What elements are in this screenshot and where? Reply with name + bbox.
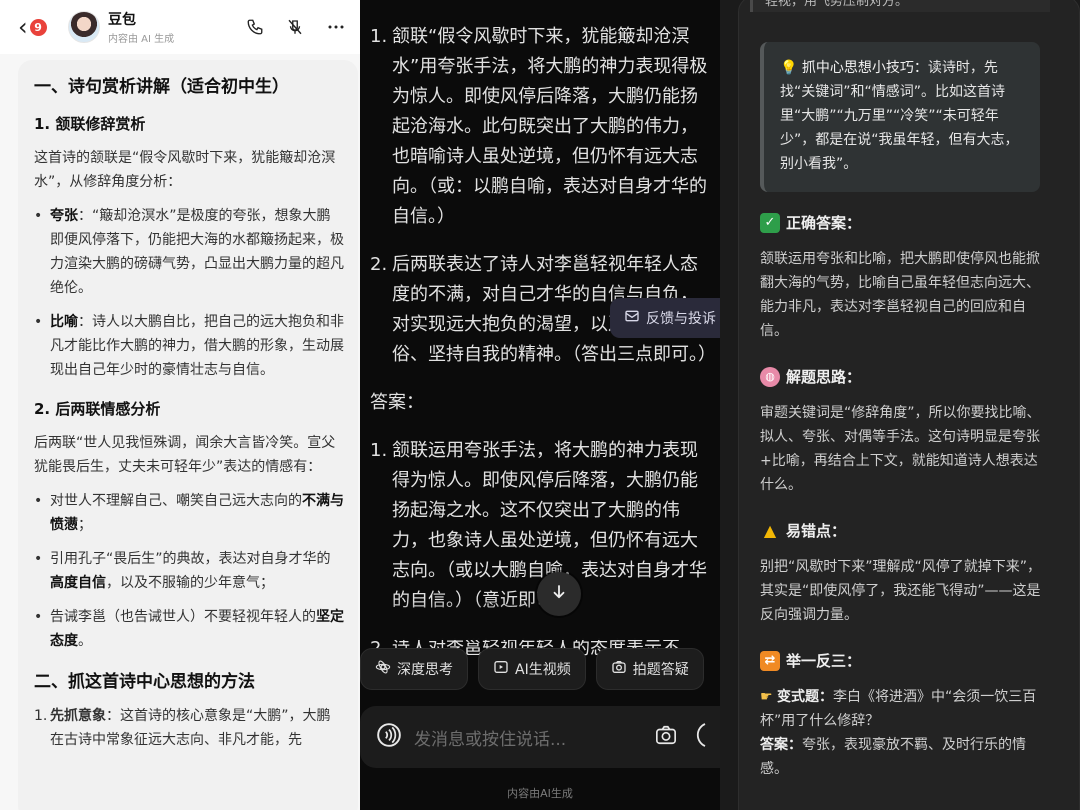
chip-deep-think[interactable]: 深度思考 <box>360 648 468 690</box>
section-solution: ◍ 解题思路： 审题关键词是“修辞角度”，所以你要找比喻、拟人、夸张、对偶等手法… <box>760 366 1042 497</box>
voice-icon[interactable] <box>376 722 402 752</box>
variant-answer: 答案：夸张，表现豪放不羁、及时行乐的情感。 <box>760 737 1026 777</box>
subheading-rhetoric: 1. 颔联修辞赏析 <box>34 115 146 133</box>
ai-disclaimer: 内容由AI生成 <box>507 787 573 800</box>
chat-panel-dark: 1. 颔联“假令风歇时下来，犹能簸却沧溟水”用夸张手法，将大鹏的神力表现得极为惊… <box>360 0 720 810</box>
answer-label: 答案： <box>370 392 424 413</box>
bot-avatar[interactable] <box>68 11 100 43</box>
chip-photo-answer[interactable]: 拍题答疑 <box>595 648 704 690</box>
subheading-emotion: 2. 后两联情感分析 <box>34 400 161 418</box>
paragraph-intro-2: 后两联“世人见我恒殊调，闻余大言皆冷笑。宣父犹能畏后生，丈夫未可轻年少”表达的情… <box>34 435 336 475</box>
unread-badge: 9 <box>29 18 47 36</box>
list-item: • 告诫李邕（也告诫世人）不要轻视年轻人的坚定态度。 <box>34 609 344 649</box>
pointing-hand-icon: ☛ <box>760 689 773 705</box>
repeat-icon: ⇄ <box>760 650 780 671</box>
list-item: 1. 颔联“假令风歇时下来，犹能簸却沧溟水”用夸张手法，将大鹏的神力表现得极为惊… <box>370 26 708 227</box>
warning-icon: ▲ <box>763 521 777 540</box>
correct-heading: 正确答案： <box>786 214 862 232</box>
variant-question: ☛ 变式题：李白《将进酒》中“会须一饮三百杯”用了什么修辞？ <box>760 689 1037 729</box>
section-title-2: 二、抓这首诗中心思想的方法 <box>34 672 255 692</box>
feedback-icon <box>624 308 640 328</box>
camera-icon[interactable] <box>654 724 678 750</box>
section-pitfall: ▲ 易错点： 别把“风歇时下来”理解成“风停了就掉下来”，其实是“即使风停了，我… <box>760 520 1042 627</box>
chat-header: ‹ 9 豆包 内容由 AI 生成 <box>0 0 360 54</box>
extend-heading: 举一反三： <box>786 652 862 670</box>
list-item: • 比喻：诗人以大鹏自比，把自己的远大抱负和非凡才能比作大鹏的神力，借大鹏的形象… <box>34 314 344 378</box>
mute-icon[interactable] <box>286 18 304 36</box>
think-heading: 解题思路： <box>786 368 862 386</box>
tip-text: 读诗时，先找“关键词”和“情感词”。比如这首诗里“大鹏”“九万里”“冷笑”“未可… <box>780 60 1019 172</box>
error-heading: 易错点： <box>786 522 847 540</box>
section-extend: ⇄ 举一反三： ☛ 变式题：李白《将进酒》中“会须一饮三百杯”用了什么修辞？ 答… <box>760 650 1042 781</box>
photo-answer-icon <box>611 659 627 679</box>
quick-actions: 深度思考 AI生视频 拍题答疑 <box>360 648 720 694</box>
ai-video-icon <box>493 659 509 679</box>
list-item: 1. 先抓意象：这首诗的核心意象是“大鹏”，大鹏在古诗中常象征远大志向、非凡才能… <box>34 708 331 748</box>
arrow-down-icon <box>550 583 568 605</box>
paragraph-intro-1: 这首诗的颔联是“假令风歇时下来，犹能簸却沧溟水”，从修辞角度分析： <box>34 150 336 190</box>
phone-icon[interactable] <box>246 18 264 36</box>
more-circle-icon[interactable] <box>692 722 706 752</box>
message-input[interactable]: 发消息或按住说话... <box>414 725 654 750</box>
feedback-label: 反馈与投诉 <box>646 311 716 327</box>
chat-panel-grey: 轻视，用飞势压制对方。 💡 抓中心思想小技巧：读诗时，先找“关键词”和“情感词”… <box>720 0 1080 810</box>
lightbulb-icon: 💡 <box>780 60 798 76</box>
chip-ai-video[interactable]: AI生视频 <box>478 648 586 690</box>
error-text: 别把“风歇时下来”理解成“风停了就掉下来”，其实是“即使风停了，我还能飞得动”—… <box>760 559 1042 623</box>
chat-panel-light: ‹ 9 豆包 内容由 AI 生成 一、诗句赏析讲解（适合初中生） 1. 颔联修辞… <box>0 0 360 810</box>
list-item: • 引用孔子“畏后生”的典故，表达对自身才华的高度自信，以及不服输的少年意气； <box>34 551 331 591</box>
quote-fragment: 轻视，用飞势压制对方。 <box>750 0 1050 12</box>
assistant-message: 一、诗句赏析讲解（适合初中生） 1. 颔联修辞赏析 这首诗的颔联是“假令风歇时下… <box>18 60 358 810</box>
back-button[interactable]: ‹ 9 <box>18 15 58 39</box>
deep-think-icon <box>375 659 391 679</box>
brain-icon: ◍ <box>760 366 780 387</box>
list-item: • 对世人不理解自己、嘲笑自己远大志向的不满与愤懑； <box>34 493 344 533</box>
scroll-down-button[interactable] <box>537 572 581 616</box>
bot-name: 豆包 <box>108 12 136 28</box>
list-item: • 夸张：“簸却沧溟水”是极度的夸张，想象大鹏即便风停落下，仍能把大海的水都簸扬… <box>34 208 344 296</box>
tip-label: 抓中心思想小技巧： <box>801 60 928 76</box>
message-input-bar[interactable]: 发消息或按住说话... <box>360 706 720 768</box>
check-icon: ✓ <box>760 212 780 233</box>
think-text: 审题关键词是“修辞角度”，所以你要找比喻、拟人、夸张、对偶等手法。这句诗明显是夸… <box>760 405 1041 493</box>
more-icon[interactable] <box>326 18 346 36</box>
feedback-button[interactable]: 反馈与投诉 <box>610 298 720 338</box>
correct-text: 颔联运用夸张和比喻，把大鹏即使停风也能掀翻大海的气势，比喻自己虽年轻但志向远大、… <box>760 251 1040 339</box>
section-title-1: 一、诗句赏析讲解（适合初中生） <box>34 77 289 97</box>
chevron-left-icon: ‹ <box>18 13 28 41</box>
section-correct-answer: ✓ 正确答案： 颔联运用夸张和比喻，把大鹏即使停风也能掀翻大海的气势，比喻自己虽… <box>760 212 1042 343</box>
bot-subtitle: 内容由 AI 生成 <box>108 34 175 45</box>
bot-info[interactable]: 豆包 内容由 AI 生成 <box>108 9 174 45</box>
tip-box: 💡 抓中心思想小技巧：读诗时，先找“关键词”和“情感词”。比如这首诗里“大鹏”“… <box>760 42 1040 192</box>
